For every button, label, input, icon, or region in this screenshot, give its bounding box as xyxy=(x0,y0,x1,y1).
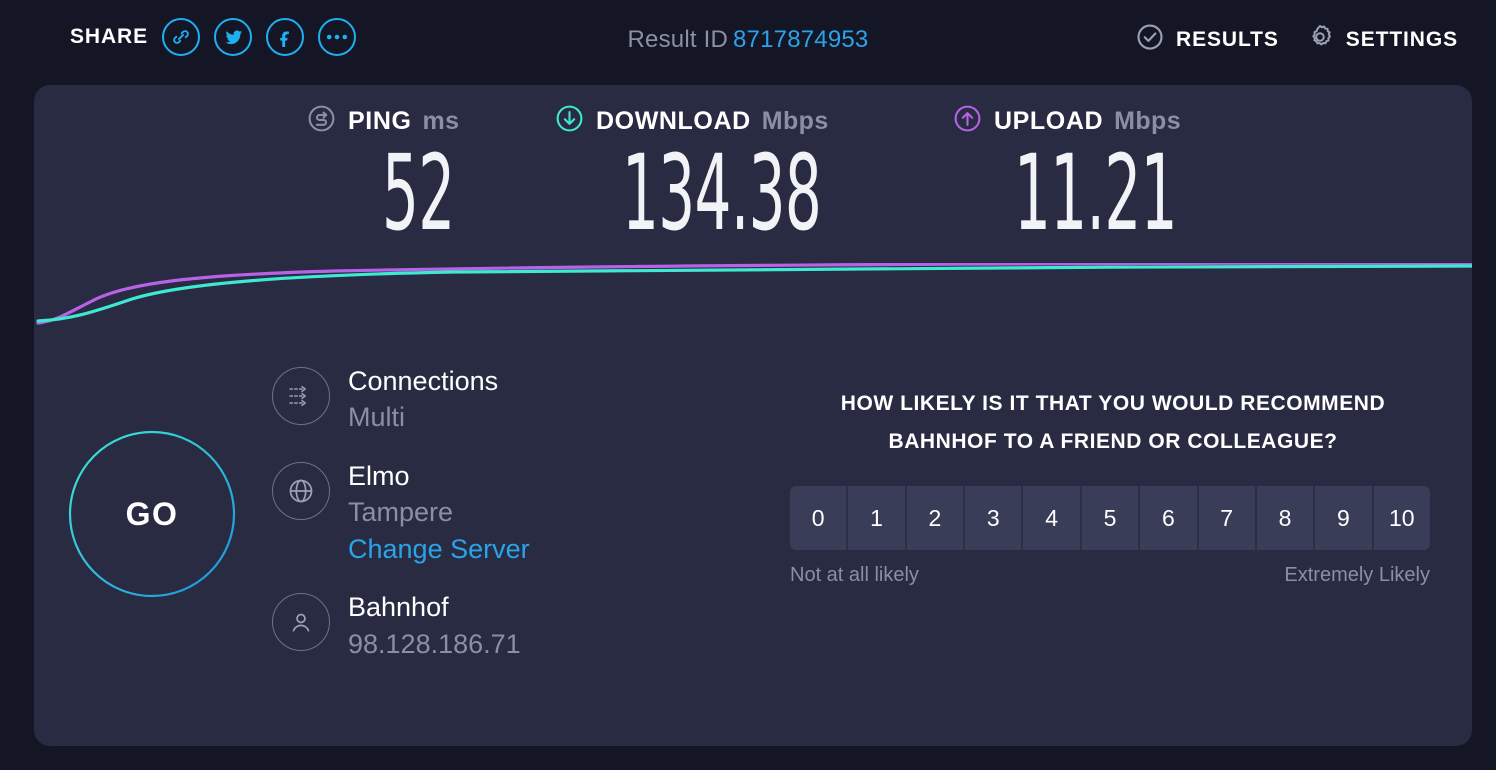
nps-option-2[interactable]: 2 xyxy=(906,486,966,551)
go-button-label: GO xyxy=(125,495,179,532)
nps-option-4[interactable]: 4 xyxy=(1023,486,1082,551)
metric-upload: UPLOAD Mbps 11.21 xyxy=(952,103,1277,249)
header-nav: RESULTS SETTINGS xyxy=(1135,22,1458,57)
ip-address: 98.128.186.71 xyxy=(348,628,521,659)
nav-label-settings: SETTINGS xyxy=(1345,27,1458,51)
nps-label-low: Not at all likely xyxy=(790,564,919,587)
result-id-value[interactable]: 8717874953 xyxy=(733,26,868,53)
info-texts-server: Elmo Tampere Change Server xyxy=(348,458,530,567)
nps-option-8[interactable]: 8 xyxy=(1256,486,1316,551)
go-button-wrap: GO xyxy=(68,430,236,598)
nps-option-1[interactable]: 1 xyxy=(848,486,907,551)
gear-icon xyxy=(1305,22,1335,57)
isp-name: Bahnhof xyxy=(348,592,449,623)
metric-ping-value: 52 xyxy=(382,132,455,254)
nav-item-results[interactable]: RESULTS xyxy=(1135,22,1279,57)
connection-info-list: Connections Multi Elmo Tampere Change Se… xyxy=(272,363,692,684)
top-bar: SHARE Result ID 8717874953 RESULTS SETTI… xyxy=(0,0,1496,85)
info-row-server: Elmo Tampere Change Server xyxy=(272,458,692,567)
ping-icon xyxy=(306,103,337,139)
nps-option-10[interactable]: 10 xyxy=(1373,486,1430,551)
nav-label-results: RESULTS xyxy=(1176,27,1279,51)
result-id-label: Result ID xyxy=(627,26,728,53)
nps-option-3[interactable]: 3 xyxy=(965,486,1024,551)
nps-option-7[interactable]: 7 xyxy=(1198,486,1257,551)
speedtest-result-page: SHARE Result ID 8717874953 RESULTS SETTI… xyxy=(0,0,1496,770)
change-server-link[interactable]: Change Server xyxy=(348,531,530,567)
metric-upload-value: 11.21 xyxy=(1014,132,1178,254)
info-row-connections: Connections Multi xyxy=(272,363,692,436)
nps-label-high: Extremely Likely xyxy=(1284,564,1430,587)
metric-download: DOWNLOAD Mbps 134.38 xyxy=(554,103,943,249)
nps-option-6[interactable]: 6 xyxy=(1140,486,1199,551)
person-icon xyxy=(272,593,330,652)
globe-icon xyxy=(272,461,330,520)
nps-question: HOW LIKELY IS IT THAT YOU WOULD RECOMMEN… xyxy=(840,392,1386,454)
nps-option-9[interactable]: 9 xyxy=(1315,486,1374,551)
result-card: PING ms 52 DOWNLOAD Mbps 134.38 UPLOAD M… xyxy=(34,85,1472,746)
upload-arrow-icon xyxy=(952,103,983,139)
info-row-isp: Bahnhof 98.128.186.71 xyxy=(272,589,692,662)
nps-survey: HOW LIKELY IS IT THAT YOU WOULD RECOMMEN… xyxy=(790,385,1436,587)
download-arrow-icon xyxy=(554,103,585,139)
upload-line xyxy=(36,261,1472,325)
speed-graph-svg xyxy=(36,261,1472,325)
connections-title: Connections xyxy=(348,366,499,396)
nps-option-0[interactable]: 0 xyxy=(790,486,849,551)
metric-ping: PING ms 52 xyxy=(306,103,499,249)
info-texts-isp: Bahnhof 98.128.186.71 xyxy=(348,589,521,662)
nps-option-5[interactable]: 5 xyxy=(1081,486,1141,551)
nps-scale: 0 1 2 3 4 5 6 7 8 9 10 xyxy=(790,486,1430,551)
server-location: Tampere xyxy=(348,497,454,528)
check-circle-icon xyxy=(1135,22,1165,57)
server-name: Elmo xyxy=(348,460,410,491)
metrics-row: PING ms 52 DOWNLOAD Mbps 134.38 UPLOAD M… xyxy=(34,103,1472,273)
connections-value: Multi xyxy=(348,402,406,433)
info-texts-connections: Connections Multi xyxy=(348,363,498,436)
go-button[interactable]: GO xyxy=(68,430,236,598)
speed-graph xyxy=(34,261,1472,343)
nav-item-settings[interactable]: SETTINGS xyxy=(1305,22,1458,57)
nps-scale-labels: Not at all likely Extremely Likely xyxy=(790,564,1430,587)
connections-icon xyxy=(272,367,330,425)
metric-download-value: 134.38 xyxy=(622,132,822,254)
